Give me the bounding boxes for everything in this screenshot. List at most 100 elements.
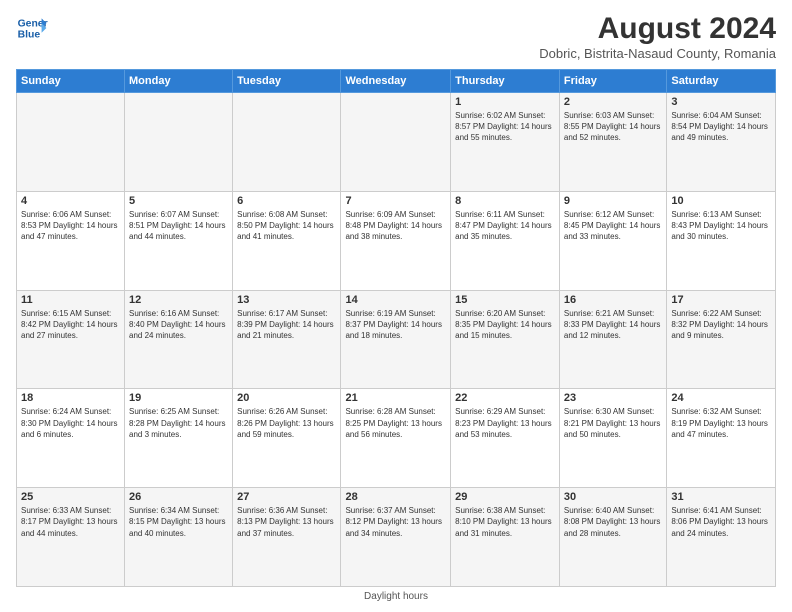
col-wednesday: Wednesday	[341, 70, 451, 93]
day-number: 16	[564, 294, 662, 306]
calendar-cell: 10 Sunrise: 6:13 AM Sunset: 8:43 PM Dayli…	[667, 191, 776, 290]
day-number: 13	[237, 294, 336, 306]
col-sunday: Sunday	[17, 70, 125, 93]
day-number: 27	[237, 491, 336, 503]
calendar-cell: 19 Sunrise: 6:25 AM Sunset: 8:28 PM Dayli…	[125, 389, 233, 488]
day-number: 5	[129, 195, 228, 207]
calendar-cell: 6Sunrise: 6:08 AM Sunset: 8:50 PM Daylig…	[233, 191, 341, 290]
day-number: 23	[564, 392, 662, 404]
day-info: Sunrise: 6:19 AM Sunset: 8:37 PM Dayligh…	[345, 308, 446, 342]
col-tuesday: Tuesday	[233, 70, 341, 93]
day-info: Sunrise: 6:15 AM Sunset: 8:42 PM Dayligh…	[21, 308, 120, 342]
calendar-cell: 29Sunrise: 6:38 AM Sunset: 8:10 PM Dayli…	[451, 488, 560, 587]
day-number: 31	[671, 491, 771, 503]
day-info: Sunrise: 6:28 AM Sunset: 8:25 PM Dayligh…	[345, 406, 446, 440]
day-info: Sunrise: 6:38 AM Sunset: 8:10 PM Dayligh…	[455, 505, 555, 539]
day-number: 30	[564, 491, 662, 503]
day-number: 1	[455, 96, 555, 108]
calendar-cell: 20 Sunrise: 6:26 AM Sunset: 8:26 PM Dayli…	[233, 389, 341, 488]
day-number: 20	[237, 392, 336, 404]
col-monday: Monday	[125, 70, 233, 93]
col-saturday: Saturday	[667, 70, 776, 93]
day-info: Sunrise: 6:40 AM Sunset: 8:08 PM Dayligh…	[564, 505, 662, 539]
day-info: Sunrise: 6:32 AM Sunset: 8:19 PM Dayligh…	[671, 406, 771, 440]
day-info: Sunrise: 6:11 AM Sunset: 8:47 PM Dayligh…	[455, 209, 555, 243]
calendar-table: Sunday Monday Tuesday Wednesday Thursday…	[16, 69, 776, 587]
calendar-cell: 27 Sunrise: 6:36 AM Sunset: 8:13 PM Dayli…	[233, 488, 341, 587]
day-info: Sunrise: 6:26 AM Sunset: 8:26 PM Dayligh…	[237, 406, 336, 440]
day-info: Sunrise: 6:34 AM Sunset: 8:15 PM Dayligh…	[129, 505, 228, 539]
day-number: 10	[671, 195, 771, 207]
day-info: Sunrise: 6:06 AM Sunset: 8:53 PM Dayligh…	[21, 209, 120, 243]
calendar-cell: 31 Sunrise: 6:41 AM Sunset: 8:06 PM Dayli…	[667, 488, 776, 587]
day-info: Sunrise: 6:41 AM Sunset: 8:06 PM Dayligh…	[671, 505, 771, 539]
calendar-week-5: 25Sunrise: 6:33 AM Sunset: 8:17 PM Dayli…	[17, 488, 776, 587]
day-info: Sunrise: 6:24 AM Sunset: 8:30 PM Dayligh…	[21, 406, 120, 440]
footer-note: Daylight hours	[16, 591, 776, 602]
calendar-week-1: 1 Sunrise: 6:02 AM Sunset: 8:57 PM Daylig…	[17, 93, 776, 192]
day-info: Sunrise: 6:36 AM Sunset: 8:13 PM Dayligh…	[237, 505, 336, 539]
day-number: 14	[345, 294, 446, 306]
calendar-cell: 17 Sunrise: 6:22 AM Sunset: 8:32 PM Dayli…	[667, 290, 776, 389]
header: General Blue August 2024 Dobric, Bistrit…	[16, 12, 776, 61]
day-number: 3	[671, 96, 771, 108]
day-info: Sunrise: 6:16 AM Sunset: 8:40 PM Dayligh…	[129, 308, 228, 342]
calendar-cell	[341, 93, 451, 192]
calendar-cell: 2Sunrise: 6:03 AM Sunset: 8:55 PM Daylig…	[559, 93, 666, 192]
day-number: 21	[345, 392, 446, 404]
day-number: 22	[455, 392, 555, 404]
day-number: 12	[129, 294, 228, 306]
day-info: Sunrise: 6:08 AM Sunset: 8:50 PM Dayligh…	[237, 209, 336, 243]
day-info: Sunrise: 6:25 AM Sunset: 8:28 PM Dayligh…	[129, 406, 228, 440]
day-info: Sunrise: 6:13 AM Sunset: 8:43 PM Dayligh…	[671, 209, 771, 243]
day-number: 26	[129, 491, 228, 503]
day-number: 2	[564, 96, 662, 108]
calendar-cell	[125, 93, 233, 192]
day-number: 11	[21, 294, 120, 306]
day-info: Sunrise: 6:22 AM Sunset: 8:32 PM Dayligh…	[671, 308, 771, 342]
calendar-cell: 26 Sunrise: 6:34 AM Sunset: 8:15 PM Dayli…	[125, 488, 233, 587]
calendar-cell	[233, 93, 341, 192]
day-number: 8	[455, 195, 555, 207]
col-friday: Friday	[559, 70, 666, 93]
calendar-cell: 15Sunrise: 6:20 AM Sunset: 8:35 PM Dayli…	[451, 290, 560, 389]
day-info: Sunrise: 6:21 AM Sunset: 8:33 PM Dayligh…	[564, 308, 662, 342]
day-number: 4	[21, 195, 120, 207]
day-number: 28	[345, 491, 446, 503]
calendar-cell: 7 Sunrise: 6:09 AM Sunset: 8:48 PM Daylig…	[341, 191, 451, 290]
calendar-header: Sunday Monday Tuesday Wednesday Thursday…	[17, 70, 776, 93]
day-number: 15	[455, 294, 555, 306]
calendar-cell: 18 Sunrise: 6:24 AM Sunset: 8:30 PM Dayli…	[17, 389, 125, 488]
calendar-week-4: 18 Sunrise: 6:24 AM Sunset: 8:30 PM Dayli…	[17, 389, 776, 488]
calendar-cell: 25Sunrise: 6:33 AM Sunset: 8:17 PM Dayli…	[17, 488, 125, 587]
logo: General Blue	[16, 12, 48, 44]
calendar-cell: 8 Sunrise: 6:11 AM Sunset: 8:47 PM Daylig…	[451, 191, 560, 290]
day-number: 24	[671, 392, 771, 404]
day-number: 18	[21, 392, 120, 404]
title-block: August 2024 Dobric, Bistrita-Nasaud Coun…	[539, 12, 776, 61]
day-number: 19	[129, 392, 228, 404]
calendar-cell: 22Sunrise: 6:29 AM Sunset: 8:23 PM Dayli…	[451, 389, 560, 488]
calendar-cell: 13 Sunrise: 6:17 AM Sunset: 8:39 PM Dayli…	[233, 290, 341, 389]
day-info: Sunrise: 6:17 AM Sunset: 8:39 PM Dayligh…	[237, 308, 336, 342]
day-info: Sunrise: 6:37 AM Sunset: 8:12 PM Dayligh…	[345, 505, 446, 539]
day-info: Sunrise: 6:33 AM Sunset: 8:17 PM Dayligh…	[21, 505, 120, 539]
calendar-cell: 30 Sunrise: 6:40 AM Sunset: 8:08 PM Dayli…	[559, 488, 666, 587]
calendar-cell: 5 Sunrise: 6:07 AM Sunset: 8:51 PM Daylig…	[125, 191, 233, 290]
day-info: Sunrise: 6:09 AM Sunset: 8:48 PM Dayligh…	[345, 209, 446, 243]
calendar-cell: 14 Sunrise: 6:19 AM Sunset: 8:37 PM Dayli…	[341, 290, 451, 389]
main-title: August 2024	[539, 12, 776, 46]
day-info: Sunrise: 6:04 AM Sunset: 8:54 PM Dayligh…	[671, 110, 771, 144]
subtitle: Dobric, Bistrita-Nasaud County, Romania	[539, 46, 776, 61]
day-number: 17	[671, 294, 771, 306]
calendar-cell: 1 Sunrise: 6:02 AM Sunset: 8:57 PM Daylig…	[451, 93, 560, 192]
calendar-cell: 9Sunrise: 6:12 AM Sunset: 8:45 PM Daylig…	[559, 191, 666, 290]
calendar-cell: 11 Sunrise: 6:15 AM Sunset: 8:42 PM Dayli…	[17, 290, 125, 389]
day-info: Sunrise: 6:02 AM Sunset: 8:57 PM Dayligh…	[455, 110, 555, 144]
calendar-cell: 3 Sunrise: 6:04 AM Sunset: 8:54 PM Daylig…	[667, 93, 776, 192]
day-info: Sunrise: 6:07 AM Sunset: 8:51 PM Dayligh…	[129, 209, 228, 243]
page: General Blue August 2024 Dobric, Bistrit…	[0, 0, 792, 612]
day-number: 7	[345, 195, 446, 207]
calendar-cell: 24 Sunrise: 6:32 AM Sunset: 8:19 PM Dayli…	[667, 389, 776, 488]
day-number: 9	[564, 195, 662, 207]
